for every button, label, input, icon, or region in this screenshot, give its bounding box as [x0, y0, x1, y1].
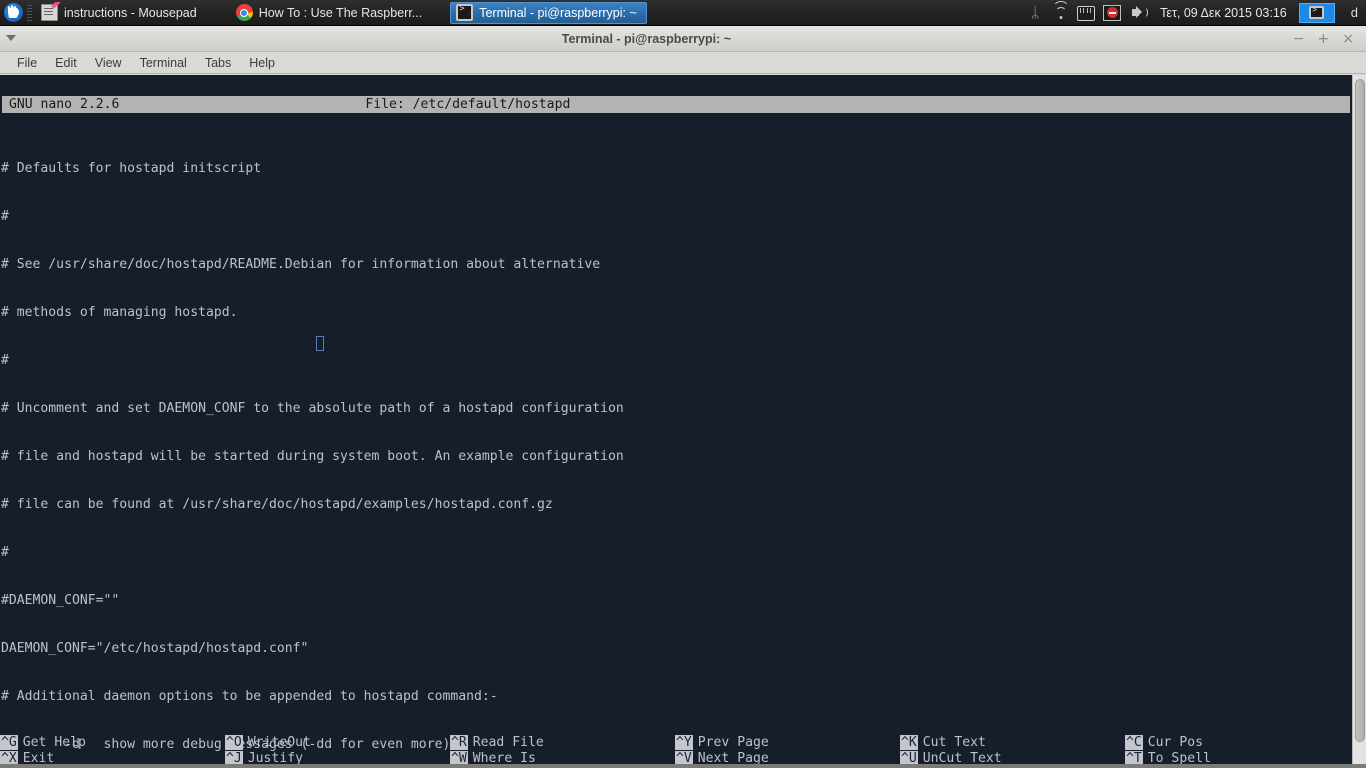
menu-edit[interactable]: Edit — [46, 52, 86, 74]
text-line: # — [1, 545, 9, 560]
shortcut-row: ^G Get Help ^O WriteOut ^R Read File ^Y … — [0, 734, 1352, 750]
text-line: # — [1, 209, 9, 224]
shortcut-label: Cut Text — [922, 734, 986, 750]
menubar: File Edit View Terminal Tabs Help — [0, 52, 1366, 74]
scrollbar-thumb[interactable] — [1355, 79, 1365, 742]
text-cursor — [316, 336, 324, 351]
text-line: # Additional daemon options to be append… — [1, 689, 498, 704]
menu-file[interactable]: File — [8, 52, 46, 74]
raspberry-pi-logo-icon — [3, 3, 23, 22]
shortcut-key: ^Y — [675, 734, 693, 750]
chevron-down-icon[interactable] — [6, 35, 16, 41]
nano-version-label: GNU nano 2.2.6 — [9, 97, 120, 112]
shortcut-prev-page[interactable]: ^Y Prev Page — [675, 734, 900, 750]
menu-tabs[interactable]: Tabs — [196, 52, 240, 74]
start-menu-button[interactable] — [1, 1, 25, 25]
nano-text-buffer[interactable]: # Defaults for hostapd initscript # # Se… — [0, 129, 1352, 768]
shortcut-get-help[interactable]: ^G Get Help — [0, 734, 225, 750]
terminal-icon — [1309, 5, 1325, 19]
speaker-wave — [1141, 6, 1149, 18]
shortcut-cut-text[interactable]: ^K Cut Text — [900, 734, 1125, 750]
shortcut-key: ^C — [1125, 734, 1143, 750]
chrome-icon — [235, 4, 253, 21]
shortcut-key: ^O — [225, 734, 243, 750]
close-button[interactable]: × — [1342, 32, 1354, 46]
taskbar: instructions - Mousepad How To : Use The… — [0, 0, 1366, 26]
bluetooth-icon[interactable]: ᛦ — [1025, 3, 1045, 23]
no-entry-box — [1103, 4, 1122, 21]
text-line: # Defaults for hostapd initscript — [1, 161, 262, 176]
menu-terminal[interactable]: Terminal — [131, 52, 196, 74]
terminal-icon — [456, 4, 474, 21]
text-line: #DAEMON_CONF="" — [1, 593, 120, 608]
terminal-window: Terminal - pi@raspberrypi: ~ − + × File … — [0, 26, 1366, 768]
desktop-letter: d — [1350, 5, 1358, 20]
shortcut-key: ^K — [900, 734, 918, 750]
text-line: DAEMON_CONF="/etc/hostapd/hostapd.conf" — [1, 641, 309, 656]
shortcut-label: Cur Pos — [1147, 734, 1203, 750]
task-button-label: instructions - Mousepad — [64, 5, 197, 20]
shortcut-writeout[interactable]: ^O WriteOut — [225, 734, 450, 750]
text-line: # See /usr/share/doc/hostapd/README.Debi… — [1, 257, 601, 272]
volume-icon[interactable] — [1129, 3, 1149, 23]
terminal-area: GNU nano 2.2.6 File: /etc/default/hostap… — [0, 75, 1366, 768]
shortcut-read-file[interactable]: ^R Read File — [450, 734, 675, 750]
taskbar-drag-handle[interactable] — [27, 4, 32, 21]
window-buttons: − + × — [1293, 32, 1354, 46]
window-title: Terminal - pi@raspberrypi: ~ — [561, 31, 732, 46]
shortcut-key: ^R — [450, 734, 468, 750]
shortcut-key: ^G — [0, 734, 18, 750]
cpu-graph — [1077, 5, 1096, 21]
speaker-body — [1132, 5, 1143, 18]
cpu-monitor-icon[interactable] — [1077, 3, 1097, 23]
shortcut-label: Read File — [472, 734, 544, 750]
clock[interactable]: Τετ, 09 Δεκ 2015 03:16 — [1160, 6, 1287, 20]
shortcut-label: WriteOut — [247, 734, 311, 750]
text-line: # methods of managing hostapd. — [1, 305, 238, 320]
task-button-label: Terminal - pi@raspberrypi: ~ — [479, 5, 637, 20]
no-entry-icon[interactable] — [1103, 3, 1123, 23]
shortcut-label: Prev Page — [697, 734, 769, 750]
task-button-terminal[interactable]: Terminal - pi@raspberrypi: ~ — [450, 1, 647, 24]
shortcut-label: Get Help — [22, 734, 86, 750]
system-tray: ᛦ Τετ, 09 Δεκ 2015 03:16 d — [1022, 0, 1366, 26]
terminal-screen[interactable]: GNU nano 2.2.6 File: /etc/default/hostap… — [0, 75, 1352, 768]
workspace-pager[interactable] — [1298, 2, 1335, 23]
maximize-button[interactable]: + — [1318, 32, 1330, 46]
mousepad-icon — [41, 4, 58, 21]
nano-title-bar: GNU nano 2.2.6 File: /etc/default/hostap… — [2, 96, 1350, 113]
window-bottom-edge — [0, 764, 1366, 768]
text-line: # file and hostapd will be started durin… — [1, 449, 624, 464]
text-line: # Uncomment and set DAEMON_CONF to the a… — [1, 401, 624, 416]
text-line: # — [1, 353, 9, 368]
nano-file-label: File: /etc/default/hostapd — [365, 97, 571, 112]
text-line: # file can be found at /usr/share/doc/ho… — [1, 497, 553, 512]
wifi-dot — [1059, 15, 1063, 19]
nano-shortcut-bar: ^G Get Help ^O WriteOut ^R Read File ^Y … — [0, 734, 1352, 766]
terminal-scrollbar[interactable] — [1352, 75, 1366, 768]
wifi-icon[interactable] — [1051, 0, 1071, 23]
no-entry-symbol — [1106, 7, 1118, 18]
bluetooth-glyph: ᛦ — [1030, 3, 1040, 22]
minimize-button[interactable]: − — [1293, 32, 1305, 46]
menu-view[interactable]: View — [86, 52, 131, 74]
task-button-label: How To : Use The Raspberr... — [258, 5, 423, 20]
window-titlebar[interactable]: Terminal - pi@raspberrypi: ~ − + × — [0, 26, 1366, 52]
menu-help[interactable]: Help — [240, 52, 284, 74]
task-button-chrome[interactable]: How To : Use The Raspberr... — [231, 2, 432, 24]
shortcut-cur-pos[interactable]: ^C Cur Pos — [1125, 734, 1350, 750]
task-button-mousepad[interactable]: instructions - Mousepad — [36, 2, 206, 24]
